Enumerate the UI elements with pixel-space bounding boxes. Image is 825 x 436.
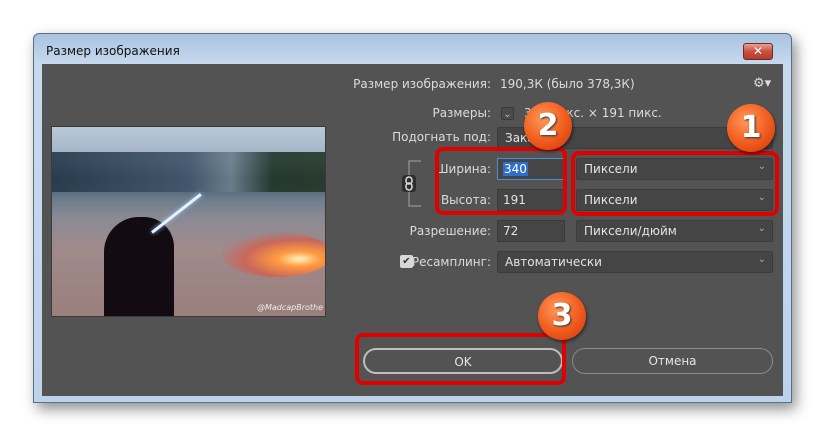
step-badge-2: 2 <box>524 102 572 150</box>
close-icon: ✕ <box>752 44 764 58</box>
preview-trees <box>52 152 325 192</box>
resolution-value: 72 <box>503 224 519 238</box>
preview-figure <box>104 217 174 316</box>
resample-value: Автоматически <box>505 255 602 269</box>
image-size-value: 190,3К (было 378,3К) <box>500 77 635 91</box>
gear-icon[interactable]: ⚙▾ <box>753 76 771 91</box>
chevron-down-icon: ⌄ <box>757 254 766 265</box>
resample-dropdown[interactable]: Автоматически ⌄ <box>497 251 773 273</box>
highlight-box-2 <box>435 147 567 215</box>
resolution-unit: Пиксели/дюйм <box>584 224 677 238</box>
resolution-label: Разрешение: <box>409 224 491 238</box>
close-button[interactable]: ✕ <box>743 43 773 60</box>
preview-saber <box>151 193 202 234</box>
chevron-down-icon: ⌄ <box>757 223 766 234</box>
dialog-title: Размер изображения <box>46 44 180 58</box>
cancel-button[interactable]: Отмена <box>572 348 773 374</box>
image-size-label: Размер изображения: <box>353 77 491 91</box>
resample-label: Ресамплинг: <box>411 255 491 269</box>
image-preview: @MadcapBrothe <box>51 126 326 317</box>
step-badge-1: 1 <box>727 104 775 152</box>
constrain-link-icon[interactable] <box>401 160 431 207</box>
highlight-box-1 <box>571 151 779 216</box>
highlight-box-3 <box>355 333 566 385</box>
preview-watermark: @MadcapBrothe <box>256 303 323 312</box>
dimensions-dropdown-icon[interactable]: ⌄ <box>501 107 514 120</box>
preview-fire <box>222 232 325 277</box>
resolution-unit-dropdown[interactable]: Пиксели/дюйм ⌄ <box>576 220 773 242</box>
dimensions-label: Размеры: <box>432 106 491 120</box>
resolution-input[interactable]: 72 <box>497 220 565 242</box>
step-badge-3: 3 <box>538 292 586 340</box>
fit-to-label: Подогнать под: <box>392 130 491 144</box>
